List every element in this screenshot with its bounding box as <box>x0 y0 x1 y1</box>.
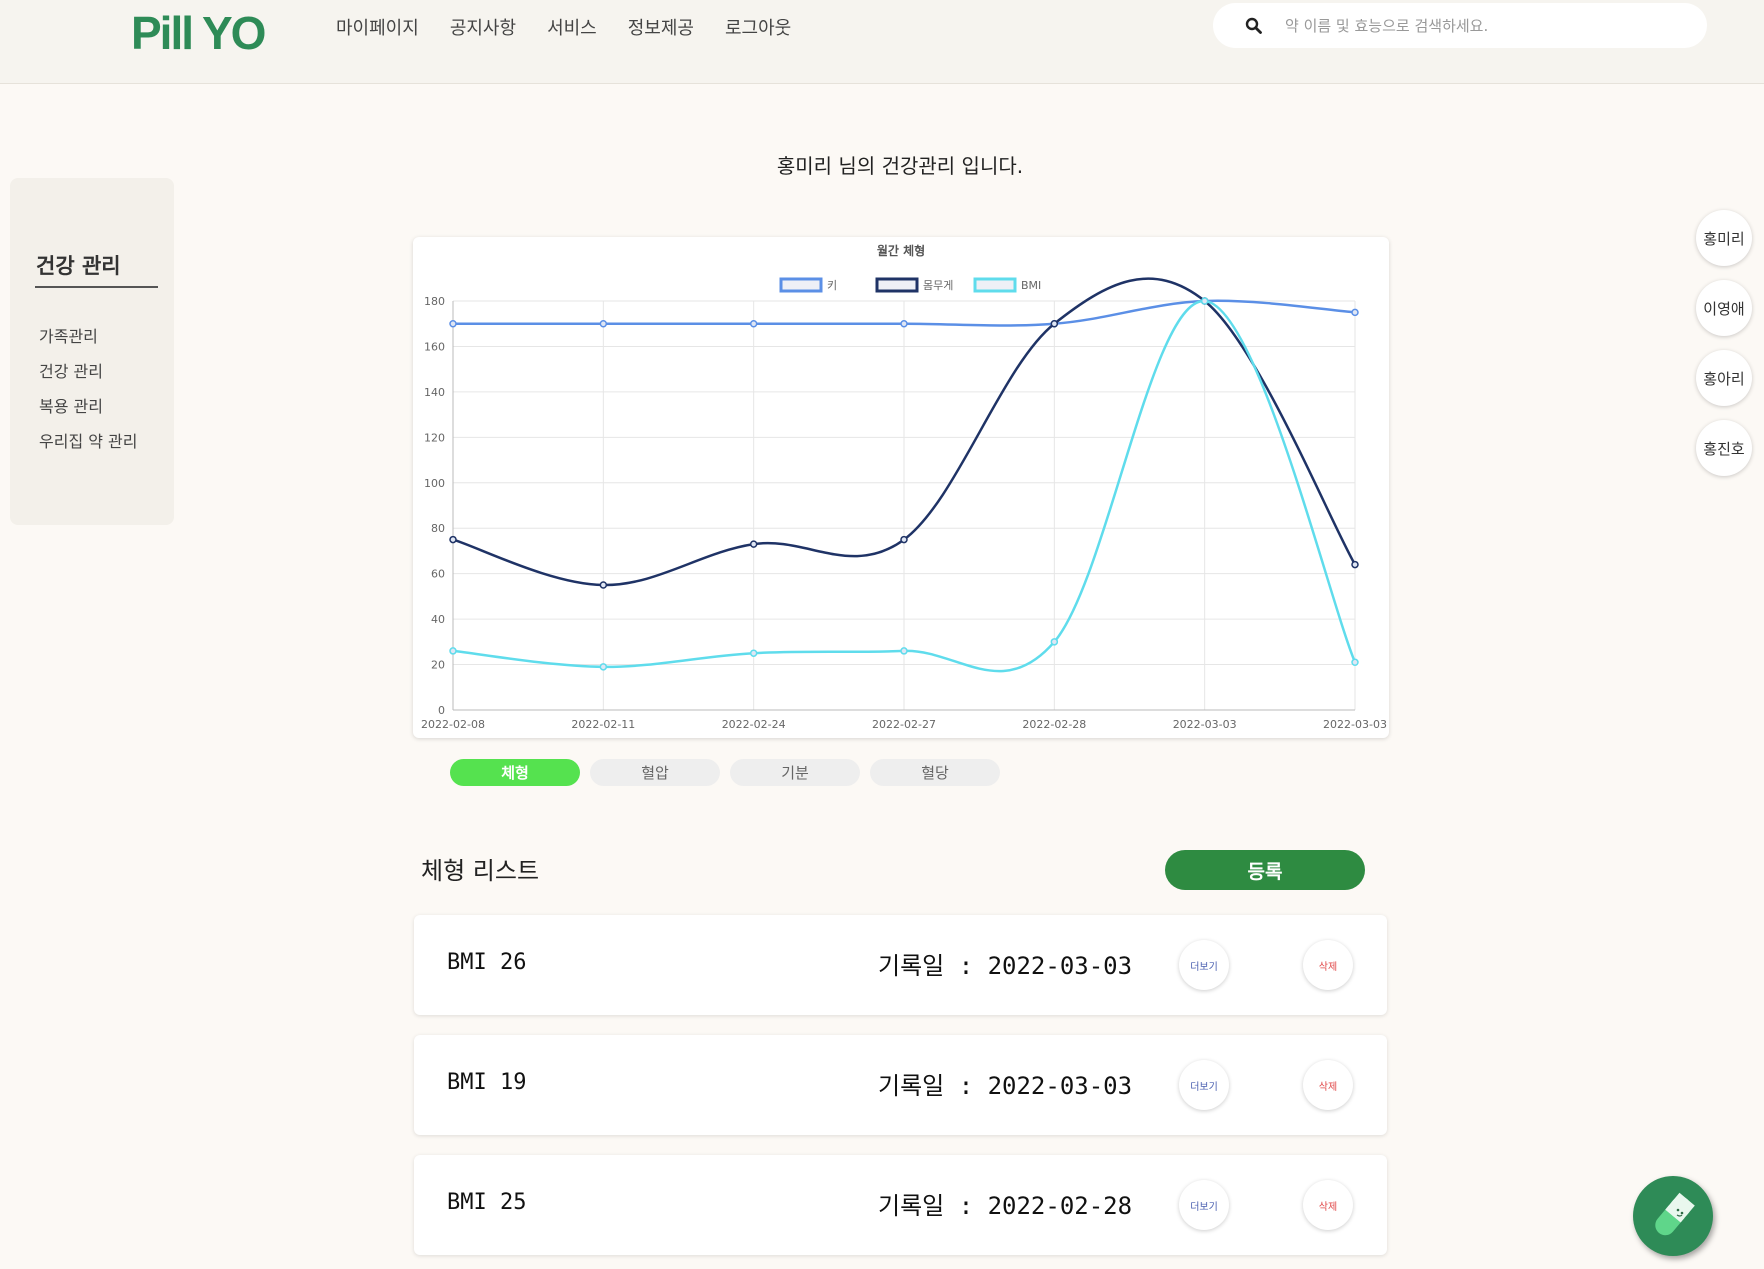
row-bmi: BMI 19 <box>447 1070 527 1095</box>
legend-label: 키 <box>827 279 837 292</box>
data-point <box>749 319 758 328</box>
legend-swatch <box>875 277 919 293</box>
list-item: BMI 26 기록일 : 2022-03-03 더보기 삭제 <box>414 915 1387 1015</box>
nav-info[interactable]: 정보제공 <box>628 14 694 40</box>
data-point <box>449 319 457 328</box>
nav-service[interactable]: 서비스 <box>547 14 597 40</box>
x-tick-label: 2022-03-03 <box>1173 718 1237 731</box>
main-nav: 마이페이지 공지사항 서비스 정보제공 로그아웃 <box>336 14 822 40</box>
data-point <box>900 535 908 544</box>
row-date: 기록일 : 2022-03-03 <box>878 1072 1133 1100</box>
data-point <box>599 663 608 671</box>
nav-logout[interactable]: 로그아웃 <box>725 14 791 40</box>
search-input[interactable] <box>1285 16 1705 35</box>
data-point <box>1050 319 1059 328</box>
row-date: 기록일 : 2022-03-03 <box>878 952 1133 980</box>
tab-blood-sugar[interactable]: 혈당 <box>870 759 1000 786</box>
data-point <box>900 647 908 655</box>
sidebar-item-home-medicine[interactable]: 우리집 약 관리 <box>39 428 138 463</box>
x-tick-label: 2022-02-08 <box>421 718 485 731</box>
data-point <box>599 581 608 589</box>
y-tick-label: 100 <box>424 477 445 490</box>
delete-button[interactable]: 삭제 <box>1303 1180 1353 1230</box>
data-point <box>1351 658 1359 667</box>
tab-mood[interactable]: 기분 <box>730 759 860 786</box>
x-tick-label: 2022-02-28 <box>1022 718 1086 731</box>
sidebar-divider <box>35 286 158 288</box>
pill-icon <box>1655 1192 1695 1236</box>
tab-blood-pressure[interactable]: 혈압 <box>590 759 720 786</box>
delete-button[interactable]: 삭제 <box>1303 1060 1353 1110</box>
y-tick-label: 40 <box>431 613 445 626</box>
family-switcher: 홍미리 이영애 홍아리 홍진호 <box>1696 210 1752 490</box>
legend-label: 몸무게 <box>923 279 953 292</box>
data-point <box>749 649 758 657</box>
y-tick-label: 20 <box>431 659 445 672</box>
x-tick-label: 2022-02-24 <box>722 718 786 731</box>
y-tick-label: 0 <box>438 704 445 717</box>
line-chart: 0 20 40 60 80 100 120 140 160 180 2022-02-08 2022-0… <box>421 243 1387 731</box>
pillyo-logo[interactable]: Pill YO <box>131 6 266 60</box>
chart-card: 0 20 40 60 80 100 120 140 160 180 2022-02-08 2022-0… <box>413 237 1389 738</box>
sidebar-item-medication[interactable]: 복용 관리 <box>39 393 138 428</box>
more-button[interactable]: 더보기 <box>1179 1060 1229 1110</box>
family-member-button[interactable]: 홍미리 <box>1696 210 1752 266</box>
page-title: 홍미리 님의 건강관리 입니다. <box>776 154 1024 178</box>
list-item: BMI 25 기록일 : 2022-02-28 더보기 삭제 <box>414 1155 1387 1255</box>
data-point <box>1351 308 1359 317</box>
search-icon[interactable] <box>1233 17 1273 34</box>
register-button[interactable]: 등록 <box>1165 850 1365 890</box>
data-point <box>1200 297 1209 305</box>
sidebar-item-family[interactable]: 가족관리 <box>39 323 138 358</box>
legend-swatch <box>973 277 1017 293</box>
legend-swatch <box>779 277 823 293</box>
x-tick-label: 2022-02-27 <box>872 718 936 731</box>
nav-notice[interactable]: 공지사항 <box>450 14 516 40</box>
sidebar: 건강 관리 가족관리 건강 관리 복용 관리 우리집 약 관리 <box>10 178 174 525</box>
more-button[interactable]: 더보기 <box>1179 1180 1229 1230</box>
legend-label: BMI <box>1021 279 1041 292</box>
pill-fab-button[interactable] <box>1633 1176 1713 1256</box>
sidebar-item-health[interactable]: 건강 관리 <box>39 358 138 393</box>
data-point <box>1351 560 1359 569</box>
y-tick-label: 180 <box>424 295 445 308</box>
sidebar-menu: 가족관리 건강 관리 복용 관리 우리집 약 관리 <box>39 323 138 463</box>
row-date: 기록일 : 2022-02-28 <box>878 1192 1133 1220</box>
search-bar <box>1213 3 1707 48</box>
category-tabs: 체형 혈압 기분 혈당 <box>450 759 1010 786</box>
y-tick-label: 140 <box>424 386 445 399</box>
y-tick-label: 60 <box>431 568 445 581</box>
x-tick-label: 2022-03-03 <box>1323 718 1387 731</box>
data-point <box>449 535 457 544</box>
tab-body[interactable]: 체형 <box>450 759 580 786</box>
nav-mypage[interactable]: 마이페이지 <box>336 14 419 40</box>
data-point <box>749 540 758 548</box>
y-tick-label: 120 <box>424 431 445 444</box>
y-tick-label: 80 <box>431 522 445 535</box>
data-point <box>900 319 908 328</box>
family-member-button[interactable]: 홍아리 <box>1696 350 1752 406</box>
sidebar-title: 건강 관리 <box>36 254 121 278</box>
row-bmi: BMI 25 <box>447 1190 527 1215</box>
data-point <box>1050 638 1059 646</box>
top-header: Pill YO 마이페이지 공지사항 서비스 정보제공 로그아웃 <box>0 0 1764 84</box>
row-bmi: BMI 26 <box>447 950 527 975</box>
family-member-button[interactable]: 홍진호 <box>1696 420 1752 476</box>
family-member-button[interactable]: 이영애 <box>1696 280 1752 336</box>
data-point <box>599 319 608 328</box>
y-tick-label: 160 <box>424 340 445 353</box>
data-point <box>449 647 457 655</box>
list-title: 체형 리스트 <box>421 857 540 885</box>
more-button[interactable]: 더보기 <box>1179 940 1229 990</box>
list-item: BMI 19 기록일 : 2022-03-03 더보기 삭제 <box>414 1035 1387 1135</box>
delete-button[interactable]: 삭제 <box>1303 940 1353 990</box>
x-tick-label: 2022-02-11 <box>571 718 635 731</box>
chart-title: 월간 체형 <box>877 243 925 258</box>
